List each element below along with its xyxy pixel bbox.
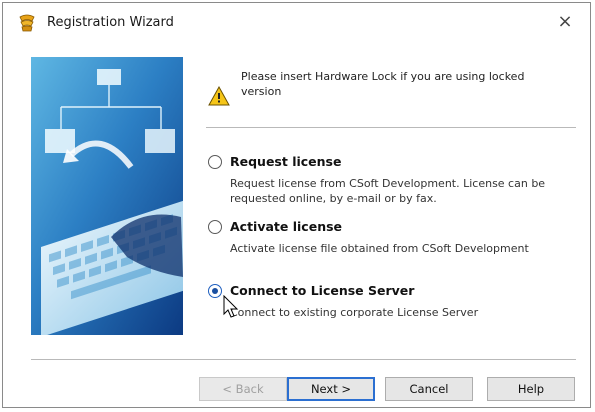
window-title: Registration Wizard xyxy=(47,15,174,30)
separator-top xyxy=(206,127,576,128)
connect-license-server-label[interactable]: Connect to License Server xyxy=(230,283,414,298)
connect-license-server-radio[interactable] xyxy=(208,284,222,298)
title-bar: Registration Wizard × xyxy=(3,3,590,43)
request-license-description: Request license from CSoft Development. … xyxy=(230,177,546,205)
wizard-illustration xyxy=(31,57,183,335)
hardware-lock-notice: Please insert Hardware Lock if you are u… xyxy=(241,70,525,98)
next-button[interactable]: Next > xyxy=(287,377,375,401)
connect-license-server-description: Connect to existing corporate License Se… xyxy=(230,306,479,319)
close-button[interactable]: × xyxy=(554,11,576,33)
app-icon xyxy=(19,14,35,32)
registration-wizard-window: Registration Wizard × Please insert Hard… xyxy=(2,2,591,408)
activate-license-radio[interactable] xyxy=(208,220,222,234)
activate-license-description: Activate license file obtained from CSof… xyxy=(230,242,529,255)
activate-license-label[interactable]: Activate license xyxy=(230,219,342,234)
back-button[interactable]: < Back xyxy=(199,377,287,401)
warning-icon xyxy=(208,86,230,106)
separator-bottom xyxy=(31,359,576,360)
cancel-button[interactable]: Cancel xyxy=(385,377,473,401)
help-button[interactable]: Help xyxy=(487,377,575,401)
mouse-cursor-icon xyxy=(223,295,239,318)
request-license-radio[interactable] xyxy=(208,155,222,169)
request-license-label[interactable]: Request license xyxy=(230,154,341,169)
